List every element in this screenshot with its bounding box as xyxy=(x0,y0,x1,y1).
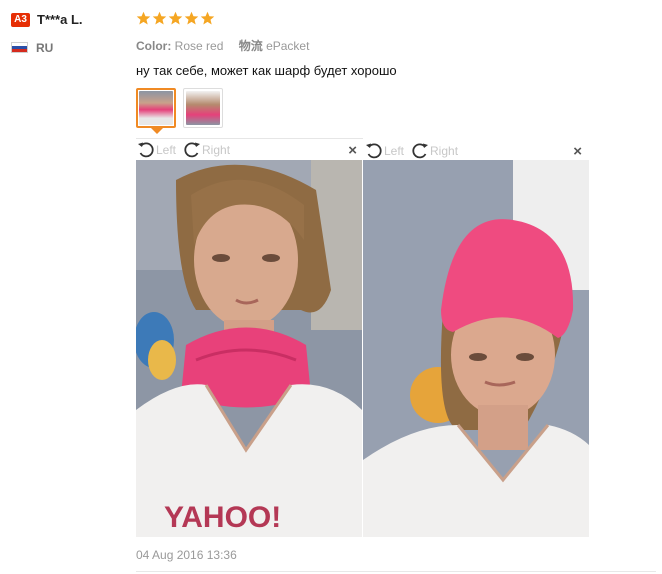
russia-flag-icon xyxy=(11,42,28,53)
rotate-left-label: Left xyxy=(384,144,405,158)
review-photo-scarf: YAHOO! xyxy=(136,160,362,537)
rotate-right-icon xyxy=(412,143,429,159)
review-text: ну так себе, может как шарф будет хорошо xyxy=(136,63,397,78)
shirt-logo-text: YAHOO! xyxy=(164,501,281,534)
close-icon[interactable]: × xyxy=(573,143,582,160)
review-photo-hat xyxy=(363,160,589,537)
rotate-left-button[interactable]: Left xyxy=(136,140,176,160)
rotate-right-button[interactable]: Right xyxy=(182,140,230,160)
rotate-left-icon xyxy=(138,142,154,158)
country-code: RU xyxy=(36,41,54,55)
star-icon xyxy=(184,11,199,25)
divider xyxy=(136,571,656,572)
reviewer-name: T***a L. xyxy=(37,12,83,27)
rotate-right-label: Right xyxy=(430,144,459,158)
rotate-right-button[interactable]: Right xyxy=(410,141,458,161)
buyer-level-badge: A3 xyxy=(11,13,30,27)
rotate-left-label: Left xyxy=(156,143,177,157)
star-icon xyxy=(136,11,151,25)
star-icon xyxy=(200,11,215,25)
close-icon[interactable]: × xyxy=(348,142,357,159)
rotate-right-label: Right xyxy=(202,143,231,157)
rotate-right-icon xyxy=(184,142,201,158)
photo-thumbnail-1[interactable] xyxy=(136,88,176,128)
attribute-key-shipping: 物流 xyxy=(238,39,263,53)
order-attributes: Color: Rose red 物流 ePacket xyxy=(136,37,321,54)
selected-thumbnail-pointer xyxy=(151,128,163,134)
star-rating xyxy=(136,11,215,26)
photo-viewer-toolbar-1: Left Right × xyxy=(136,138,363,161)
rotate-left-icon xyxy=(366,143,382,159)
photo-viewer-toolbar-2: Left Right × xyxy=(364,140,588,162)
rotate-left-button[interactable]: Left xyxy=(364,141,404,161)
review-date: 04 Aug 2016 13:36 xyxy=(136,548,237,562)
star-icon xyxy=(152,11,167,25)
attribute-key-color: Color: xyxy=(136,39,172,53)
star-icon xyxy=(168,11,183,25)
photo-thumbnail-2[interactable] xyxy=(183,88,223,128)
attribute-value-shipping: ePacket xyxy=(266,39,310,53)
attribute-value-color: Rose red xyxy=(174,39,224,53)
